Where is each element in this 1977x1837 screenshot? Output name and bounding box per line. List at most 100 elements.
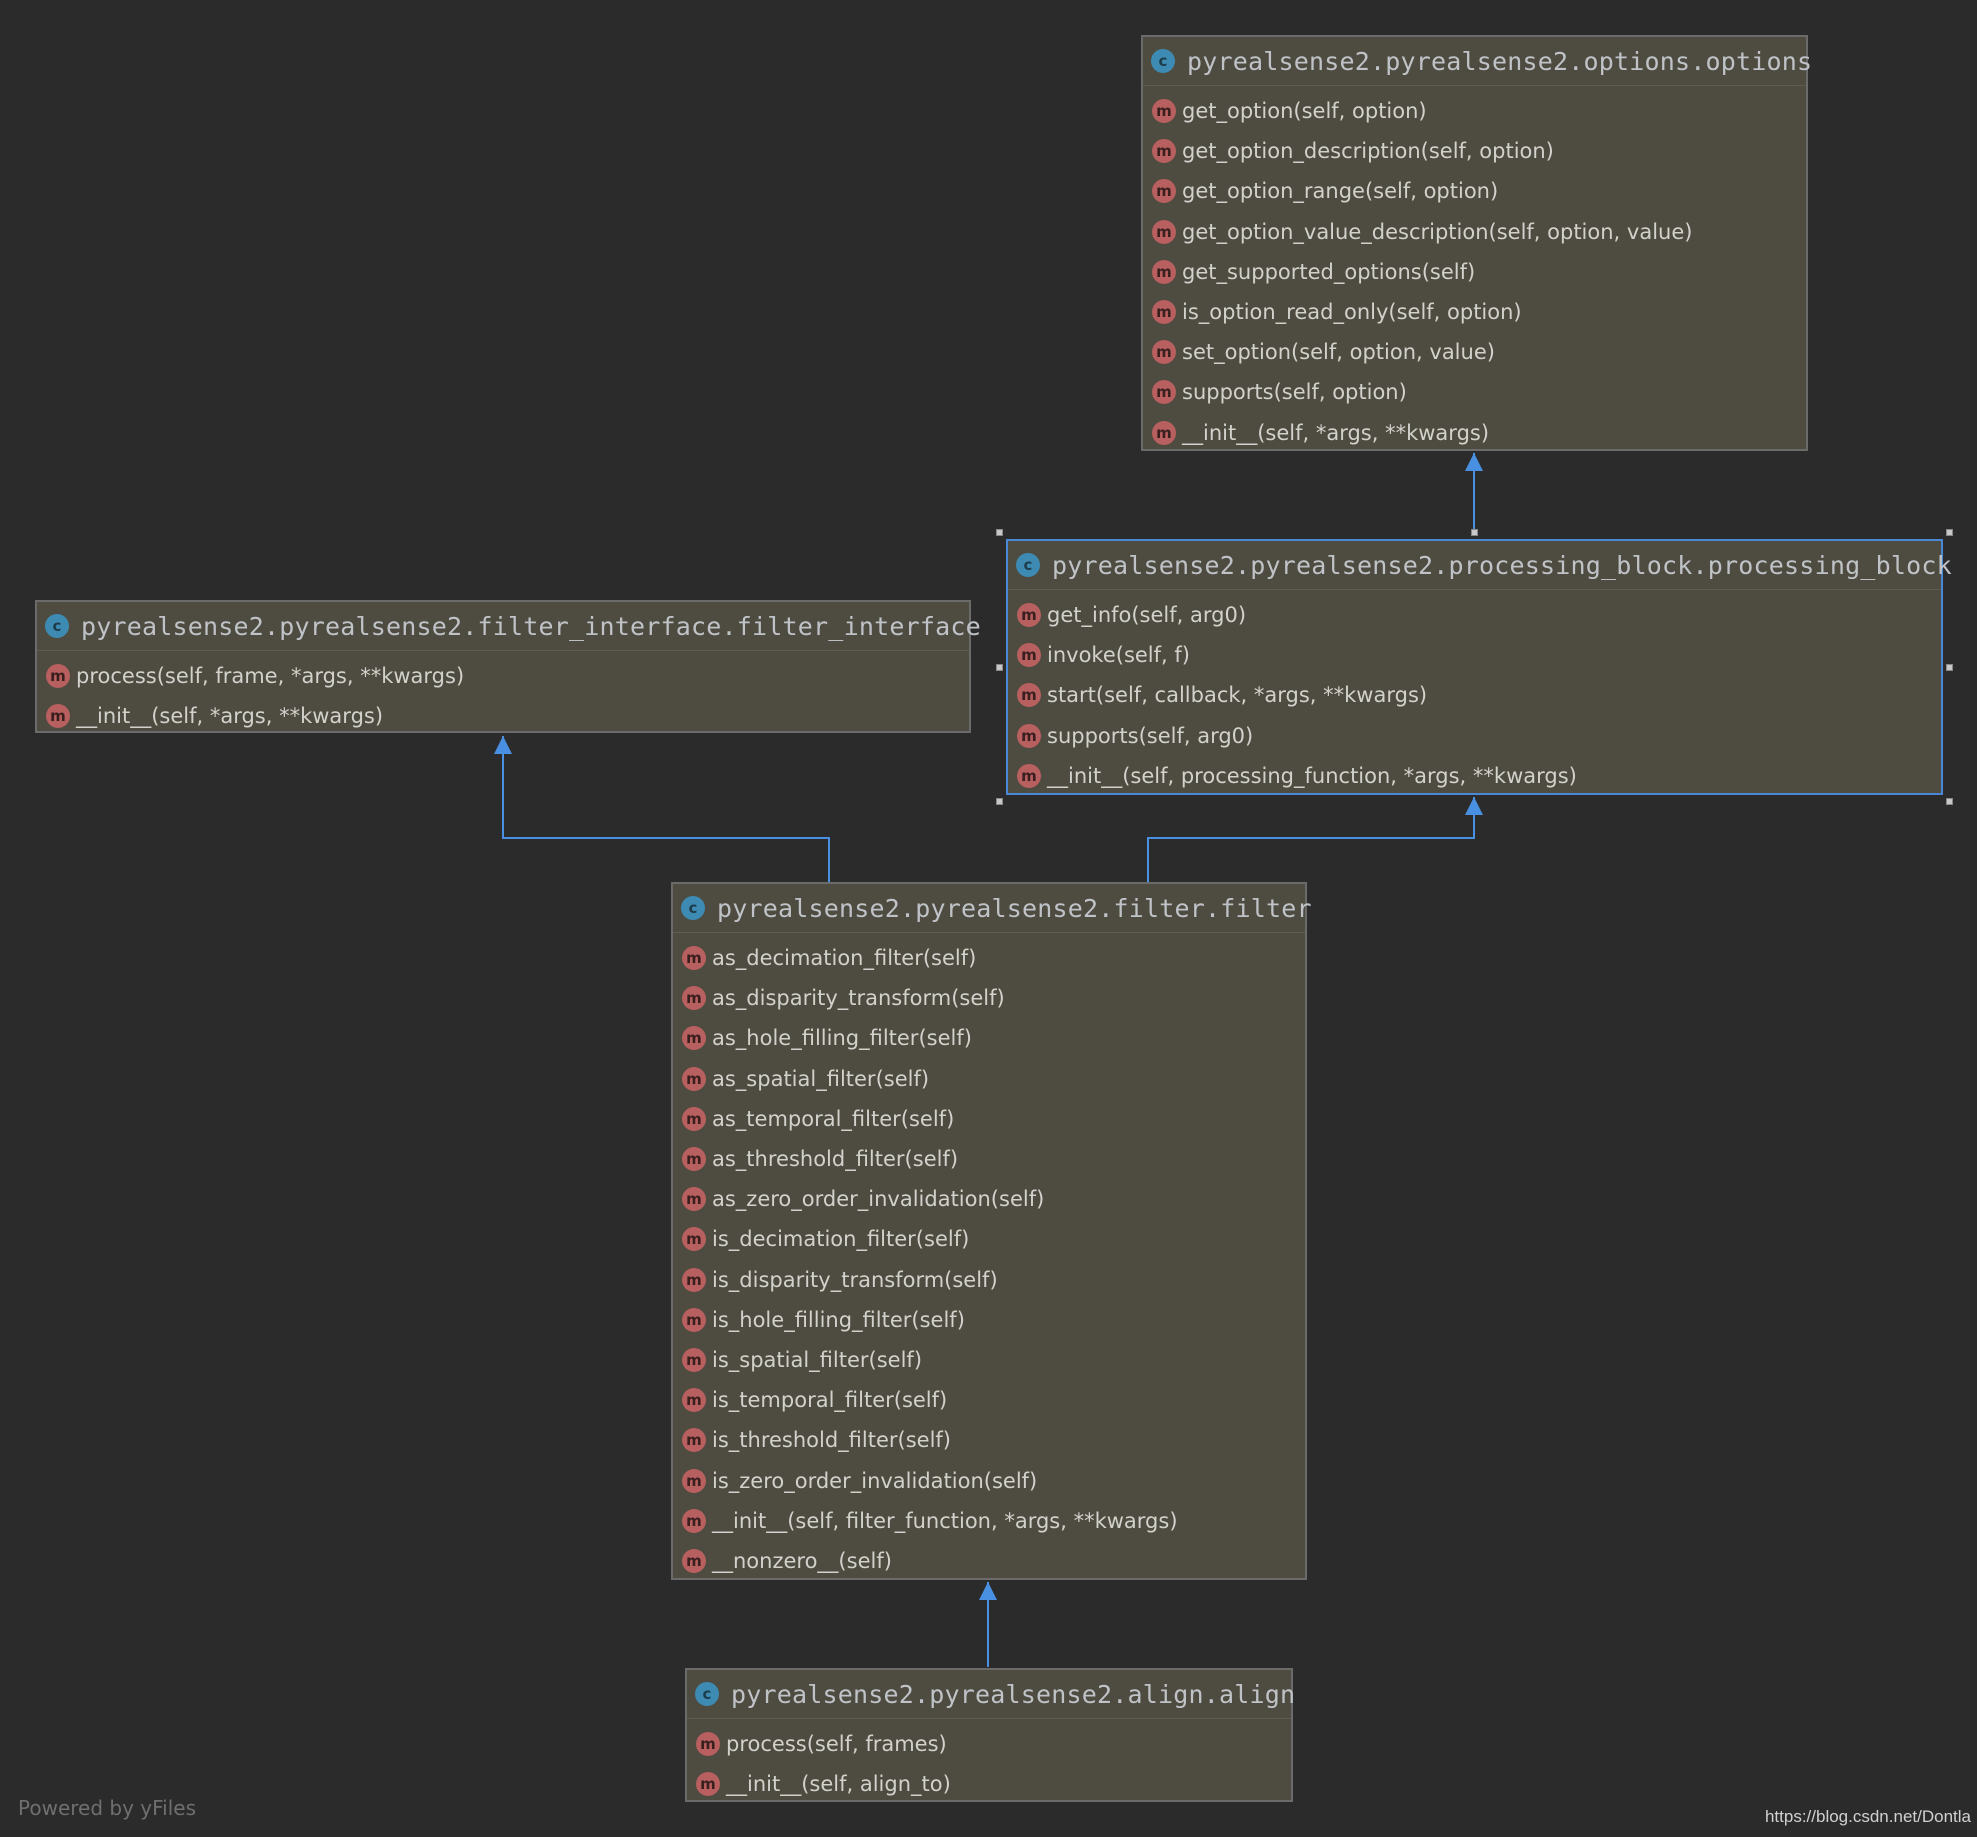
class-node-filter-interface[interactable]: c pyrealsense2.pyrealsense2.filter_inter… (35, 600, 981, 736)
method-label: supports(self, option) (1182, 380, 1407, 405)
method-row[interactable]: m is_hole_filling_filter(self) (673, 1300, 1305, 1340)
method-row[interactable]: m set_option(self, option, value) (1143, 332, 1806, 372)
method-label: get_option_range(self, option) (1182, 179, 1499, 204)
method-icon: m (1017, 643, 1041, 668)
method-row[interactable]: m as_threshold_filter(self) (673, 1139, 1305, 1179)
method-row[interactable]: m get_option_range(self, option) (1143, 171, 1806, 211)
method-label: get_option_description(self, option) (1182, 139, 1554, 164)
method-icon: m (682, 1106, 706, 1131)
method-row[interactable]: m as_spatial_filter(self) (673, 1059, 1305, 1099)
method-row[interactable]: m is_option_read_only(self, option) (1143, 292, 1806, 332)
method-row[interactable]: m as_hole_filling_filter(self) (673, 1018, 1305, 1058)
method-row[interactable]: m invoke(self, f) (1008, 635, 1941, 675)
method-row[interactable]: m get_option_value_description(self, opti… (1143, 212, 1806, 252)
class-node-filter[interactable]: c pyrealsense2.pyrealsense2.filter.filte… (671, 882, 1312, 1581)
method-label: is_hole_filling_filter(self) (712, 1307, 965, 1332)
watermark-url: https://blog.csdn.net/Dontla (1764, 1807, 1971, 1826)
method-icon: m (682, 1468, 706, 1493)
class-node-processing-block[interactable]: c pyrealsense2.pyrealsense2.processing_b… (1006, 539, 1952, 796)
method-icon: m (682, 1066, 706, 1091)
class-icon: c (1016, 553, 1040, 577)
method-row[interactable]: m __init__(self, *args, **kwargs) (37, 696, 969, 736)
class-title: pyrealsense2.pyrealsense2.align.align (731, 1679, 1296, 1709)
method-icon: m (682, 946, 706, 971)
method-row[interactable]: m get_supported_options(self) (1143, 252, 1806, 292)
method-icon: m (682, 1388, 706, 1413)
method-row[interactable]: m as_zero_order_invalidation(self) (673, 1179, 1305, 1219)
class-header: c pyrealsense2.pyrealsense2.options.opti… (1143, 37, 1812, 86)
method-icon: m (682, 1187, 706, 1212)
method-row[interactable]: m is_disparity_transform(self) (673, 1260, 1305, 1300)
method-row[interactable]: m __init__(self, processing_function, *ar… (1008, 756, 1941, 796)
class-header: c pyrealsense2.pyrealsense2.filter_inter… (37, 602, 981, 651)
method-label: __init__(self, processing_function, *arg… (1047, 763, 1577, 788)
method-label: is_temporal_filter(self) (712, 1388, 948, 1413)
method-row[interactable]: m get_info(self, arg0) (1008, 595, 1941, 635)
resize-handle-top-left[interactable] (996, 529, 1003, 536)
arrowhead-options (1465, 453, 1483, 471)
method-icon: m (1152, 300, 1176, 325)
class-node-align[interactable]: c pyrealsense2.pyrealsense2.align.align … (685, 1668, 1296, 1804)
method-label: set_option(self, option, value) (1182, 340, 1495, 365)
method-row[interactable]: m __init__(self, filter_function, *args, … (673, 1501, 1305, 1541)
resize-handle-bottom-right[interactable] (1946, 798, 1953, 805)
method-row[interactable]: m is_temporal_filter(self) (673, 1380, 1305, 1420)
arrowhead-processing-block (1465, 797, 1483, 815)
method-label: supports(self, arg0) (1047, 723, 1254, 748)
method-label: process(self, frame, *args, **kwargs) (76, 664, 465, 689)
resize-handle-top-right[interactable] (1946, 529, 1953, 536)
method-label: start(self, callback, *args, **kwargs) (1047, 683, 1428, 708)
method-icon: m (1017, 723, 1041, 748)
method-row[interactable]: m process(self, frames) (687, 1724, 1291, 1764)
method-row[interactable]: m __init__(self, align_to) (687, 1764, 1291, 1804)
method-row[interactable]: m process(self, frame, *args, **kwargs) (37, 656, 969, 696)
method-row[interactable]: m is_zero_order_invalidation(self) (673, 1460, 1305, 1500)
method-row[interactable]: m supports(self, option) (1143, 372, 1806, 412)
method-row[interactable]: m is_spatial_filter(self) (673, 1340, 1305, 1380)
method-label: get_info(self, arg0) (1047, 603, 1247, 628)
method-icon: m (46, 704, 70, 729)
method-label: __init__(self, *args, **kwargs) (76, 704, 384, 729)
class-header: c pyrealsense2.pyrealsense2.filter.filte… (673, 884, 1312, 933)
method-icon: m (696, 1732, 720, 1757)
method-label: __init__(self, align_to) (726, 1772, 951, 1797)
method-row[interactable]: m as_temporal_filter(self) (673, 1099, 1305, 1139)
method-icon: m (682, 1347, 706, 1372)
resize-handle-bottom-left[interactable] (996, 798, 1003, 805)
edge-filter-to-filter-interface[interactable] (502, 736, 830, 882)
method-row[interactable]: m start(self, callback, *args, **kwargs) (1008, 675, 1941, 715)
method-label: process(self, frames) (726, 1732, 947, 1757)
method-row[interactable]: m __nonzero__(self) (673, 1541, 1305, 1581)
method-icon: m (682, 1147, 706, 1172)
method-row[interactable]: m as_decimation_filter(self) (673, 938, 1305, 978)
method-row[interactable]: m is_threshold_filter(self) (673, 1420, 1305, 1460)
method-icon: m (696, 1772, 720, 1797)
method-row[interactable]: m get_option(self, option) (1143, 91, 1806, 131)
class-title: pyrealsense2.pyrealsense2.filter.filter (717, 893, 1312, 923)
class-node-options[interactable]: c pyrealsense2.pyrealsense2.options.opti… (1141, 35, 1812, 453)
method-list: m process(self, frame, *args, **kwargs) m… (37, 651, 969, 736)
resize-handle-top-center[interactable] (1471, 529, 1478, 536)
class-icon: c (681, 896, 705, 920)
powered-by-label: Powered by yFiles (18, 1796, 196, 1820)
method-icon: m (1017, 603, 1041, 628)
method-icon: m (682, 1508, 706, 1533)
method-row[interactable]: m is_decimation_filter(self) (673, 1219, 1305, 1259)
method-icon: m (1152, 99, 1176, 124)
edge-filter-to-processing-block[interactable] (1147, 797, 1475, 882)
class-header: c pyrealsense2.pyrealsense2.processing_b… (1008, 541, 1952, 590)
method-row[interactable]: m as_disparity_transform(self) (673, 978, 1305, 1018)
resize-handle-middle-right[interactable] (1946, 664, 1953, 671)
method-icon: m (1152, 340, 1176, 365)
method-icon: m (1152, 259, 1176, 284)
method-row[interactable]: m get_option_description(self, option) (1143, 131, 1806, 171)
method-label: get_supported_options(self) (1182, 259, 1476, 284)
resize-handle-middle-left[interactable] (996, 664, 1003, 671)
method-label: as_zero_order_invalidation(self) (712, 1187, 1045, 1212)
class-title: pyrealsense2.pyrealsense2.processing_blo… (1052, 550, 1952, 580)
class-icon: c (1151, 49, 1175, 73)
method-label: get_option_value_description(self, optio… (1182, 219, 1693, 244)
method-row[interactable]: m __init__(self, *args, **kwargs) (1143, 413, 1806, 453)
method-list: m as_decimation_filter(self) m as_disparit… (673, 933, 1305, 1581)
method-row[interactable]: m supports(self, arg0) (1008, 716, 1941, 756)
